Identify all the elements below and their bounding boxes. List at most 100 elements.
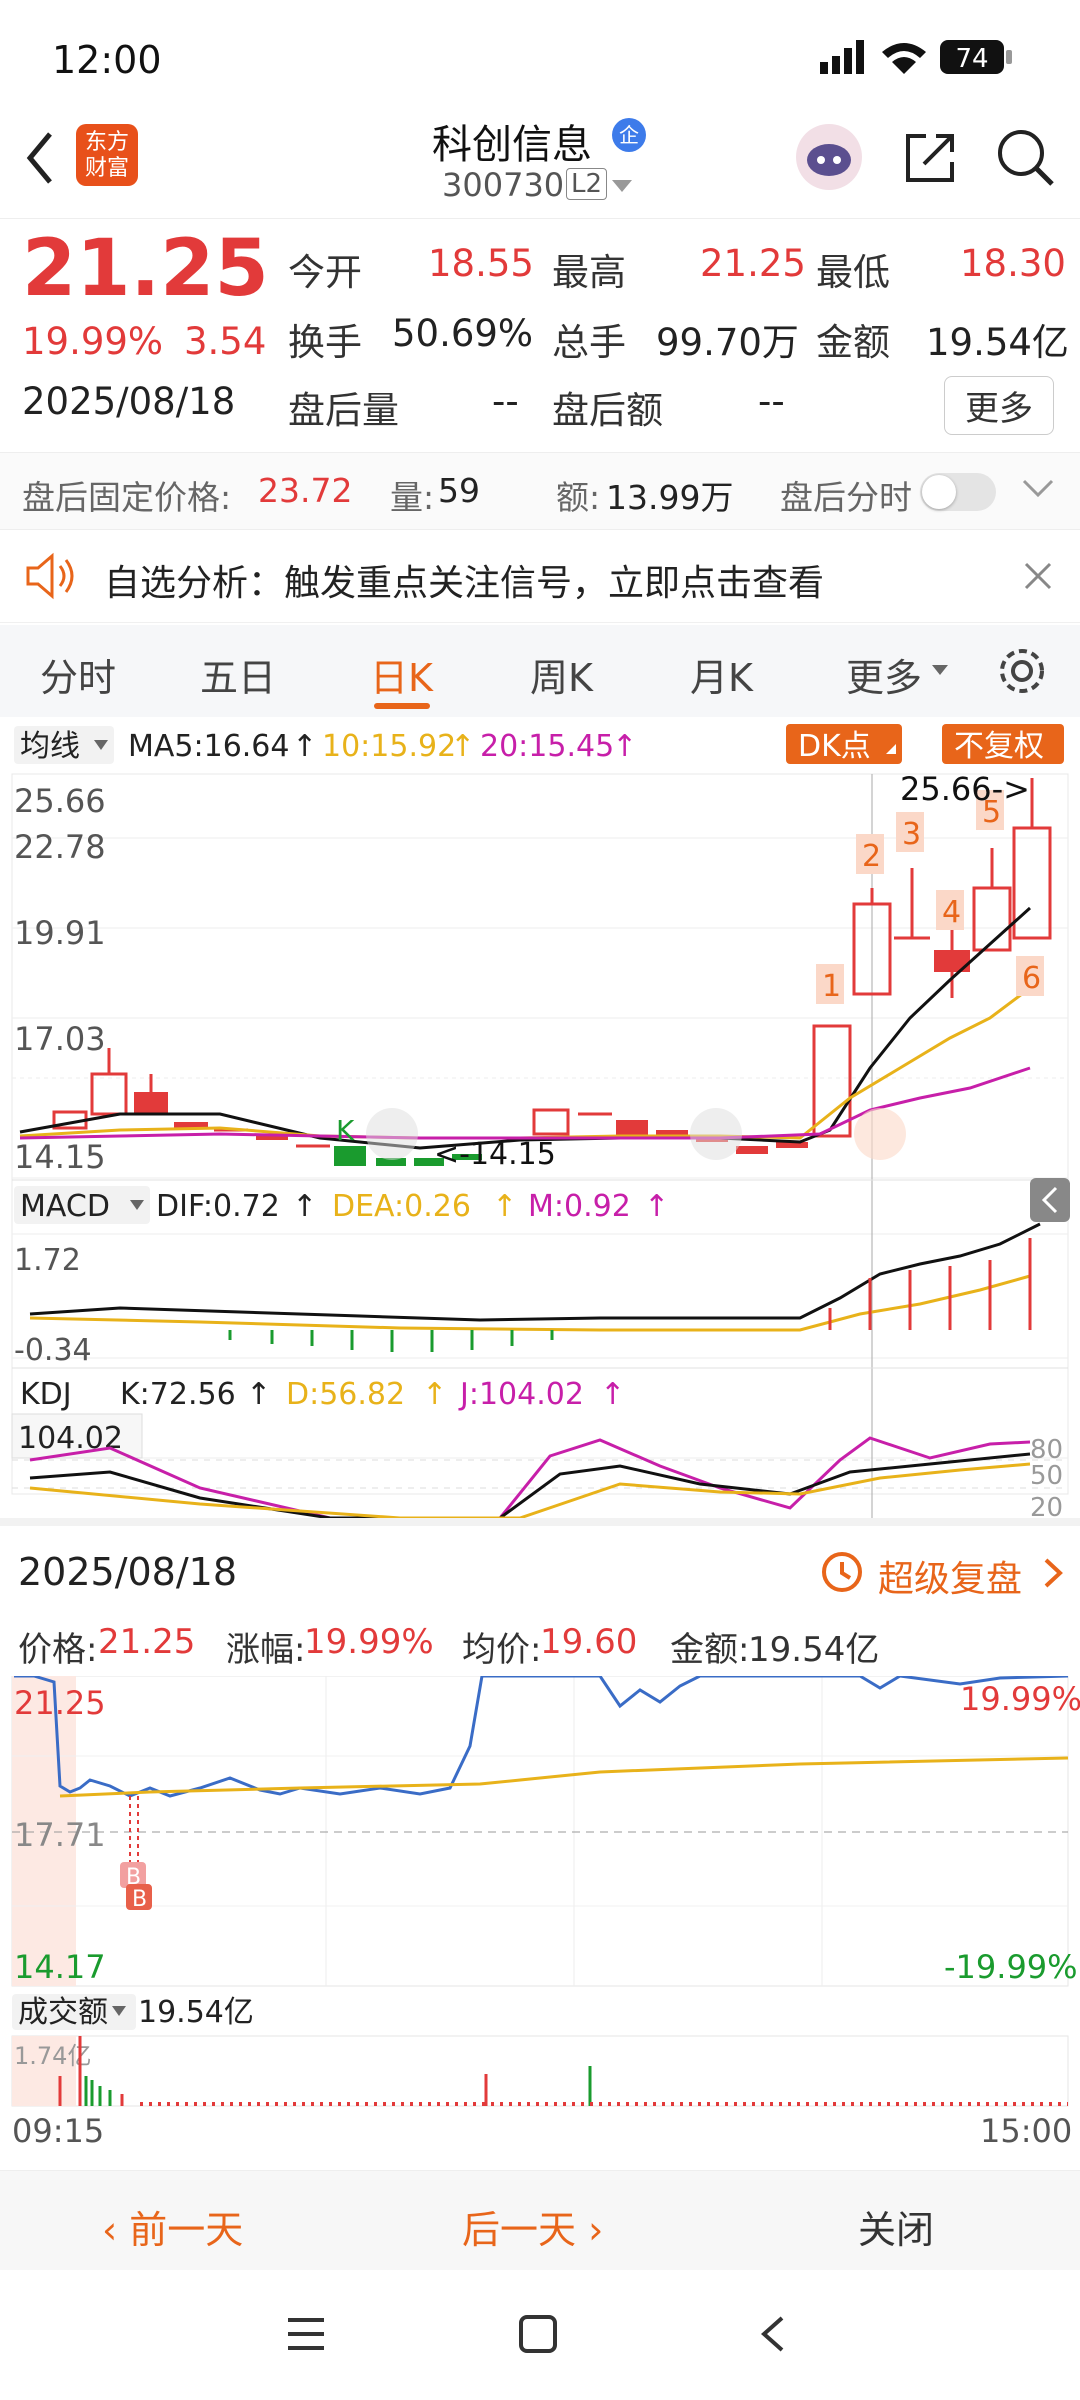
kline-chart-area: 均线 MA5:16.64 ↑ 10:15.92 ↑ 20:15.45 ↑ DK点… (0, 718, 1080, 1518)
ma10-label: 10:15.92 (322, 729, 456, 764)
marker-1: 1 (822, 969, 841, 1004)
quote-panel: 21.25 19.99% 3.54 2025/08/18 今开 18.55 最高… (0, 220, 1080, 450)
close-icon[interactable] (1022, 560, 1054, 592)
intraday-amount: 19.54亿 (748, 1630, 880, 1670)
kline-svg[interactable]: 均线 MA5:16.64 ↑ 10:15.92 ↑ 20:15.45 ↑ DK点… (0, 718, 1080, 1518)
back-icon[interactable] (20, 128, 60, 188)
more-button[interactable]: 更多 (944, 376, 1054, 435)
search-icon[interactable] (994, 126, 1058, 190)
speaker-icon (26, 552, 74, 600)
prev-day-button[interactable]: ‹ 前一天 (102, 2199, 243, 2254)
tab-daily-k[interactable]: 日K (370, 647, 433, 702)
intraday-price-label: 价格: (18, 1630, 98, 1670)
intraday-date: 2025/08/18 (18, 1550, 238, 1594)
k-mark: K (336, 1114, 355, 1147)
scroll-hint-2 (690, 1108, 742, 1160)
ma5-arrow: ↑ (292, 729, 317, 764)
after-hours-toggle[interactable] (920, 473, 996, 511)
high-marker: 25.66-> (900, 770, 1030, 808)
menu-icon[interactable] (286, 2314, 326, 2354)
y-label-1: 25.66 (14, 782, 106, 820)
after-volume-value: -- (492, 380, 519, 423)
notice-bar[interactable]: 自选分析：触发重点关注信号，立即点击查看 (0, 530, 1080, 623)
open-label: 今开 (288, 251, 362, 294)
tab-monthly-k[interactable]: 月K (690, 647, 753, 702)
history-clock-icon[interactable] (818, 1548, 866, 1596)
indicator-label: 均线 (20, 729, 80, 764)
stock-title: 科创信息 (432, 122, 592, 168)
tab-more-chevron-icon (932, 665, 948, 675)
expand-chevron-icon[interactable] (1022, 477, 1054, 501)
after-amt-value: 13.99万 (606, 478, 734, 517)
marker-6: 6 (1022, 961, 1041, 996)
open-value: 18.55 (428, 242, 534, 285)
kdj-level-50: 50 (1030, 1461, 1063, 1491)
intraday-pct-top: 19.99% (960, 1680, 1080, 1718)
app-logo[interactable]: 东方 财富 (76, 124, 138, 186)
kdj-d: D:56.82 (286, 1377, 405, 1412)
macd-m: M:0.92 (528, 1189, 631, 1224)
status-time: 12:00 (52, 38, 162, 82)
after-vol-value: 59 (438, 471, 480, 510)
quote-date: 2025/08/18 (22, 380, 236, 423)
ma5-label: MA5:16.64 (128, 729, 289, 764)
settings-gear-icon[interactable] (996, 645, 1048, 697)
fq-button-label: 不复权 (954, 729, 1044, 764)
tab-minute[interactable]: 分时 (40, 647, 116, 702)
header: 东方 财富 科创信息 企 300730 L2 (0, 100, 1080, 219)
intraday-chart[interactable]: 21.25 17.71 14.17 19.99% -19.99% B B 成交额… (0, 1676, 1080, 2146)
change-amount: 3.54 (184, 320, 267, 363)
chart-tabs: 分时 五日 日K 周K 月K 更多 (0, 625, 1080, 717)
assistant-avatar[interactable] (796, 124, 862, 190)
next-day-button[interactable]: 后一天 › (462, 2199, 603, 2254)
collapse-panel-button[interactable] (1030, 1178, 1070, 1222)
marker-4: 4 (942, 895, 961, 930)
kdj-k: K:72.56 (120, 1377, 236, 1412)
prev-day-label: 前一天 (129, 2208, 244, 2252)
volume-value: 99.70万 (656, 321, 799, 364)
after-amount-value: -- (758, 380, 785, 423)
home-icon[interactable] (518, 2314, 558, 2354)
intraday-change-label: 涨幅: (226, 1630, 306, 1670)
level-badge[interactable]: L2 (566, 168, 608, 200)
intraday-price: 21.25 (98, 1622, 196, 1662)
tab-more[interactable]: 更多 (846, 647, 922, 702)
ma20-arrow: ↑ (612, 729, 637, 764)
intraday-avg: 19.60 (540, 1622, 638, 1662)
share-icon[interactable] (900, 128, 960, 188)
ma10-arrow: ↑ (450, 729, 475, 764)
tab-five-day[interactable]: 五日 (200, 647, 276, 702)
low-label: 最低 (816, 251, 890, 294)
chevron-left-icon: ‹ (102, 2208, 130, 2252)
turnover-label: 换手 (288, 321, 362, 364)
ma20-label: 20:15.45 (480, 729, 614, 764)
super-review-button[interactable]: 超级复盘 (878, 1550, 1022, 1602)
macd-y-top: 1.72 (14, 1243, 81, 1278)
intraday-y-top: 21.25 (14, 1684, 106, 1722)
kdj-j: J:104.02 (458, 1377, 584, 1412)
current-price: 21.25 (22, 224, 269, 314)
intraday-y-bottom: 14.17 (14, 1948, 106, 1986)
enterprise-badge: 企 (612, 118, 646, 152)
close-button[interactable]: 关闭 (858, 2199, 934, 2254)
amount-label: 金额 (816, 321, 890, 364)
amount-value: 19.54亿 (926, 321, 1069, 364)
macd-dif: DIF:0.72 (156, 1189, 280, 1224)
intraday-panel: 2025/08/18 超级复盘 价格: 21.25 涨幅: 19.99% 均价:… (0, 1518, 1080, 2178)
chevron-right-icon[interactable] (1042, 1558, 1066, 1588)
time-start: 09:15 (12, 2112, 104, 2146)
kdj-name: KDJ (20, 1377, 72, 1412)
macd-pane: MACD DIF:0.72 ↑ DEA:0.26 ↑ M:0.92 ↑ 1.72… (12, 1178, 1070, 1368)
chevron-down-icon[interactable] (612, 180, 632, 194)
after-hours-row: 盘后固定价格: 23.72 量: 59 额: 13.99万 盘后分时 (0, 452, 1080, 530)
stock-code: 300730 (442, 166, 565, 204)
active-tab-indicator (374, 703, 430, 709)
svg-text:↑: ↑ (246, 1377, 271, 1412)
low-value: 18.30 (960, 242, 1066, 285)
macd-name: MACD (20, 1189, 110, 1224)
back-nav-icon[interactable] (754, 2314, 794, 2354)
svg-text:↑: ↑ (644, 1189, 669, 1224)
volume-value: 19.54亿 (138, 1995, 254, 2030)
tab-weekly-k[interactable]: 周K (530, 647, 593, 702)
after-price-label: 盘后固定价格: (22, 478, 232, 517)
